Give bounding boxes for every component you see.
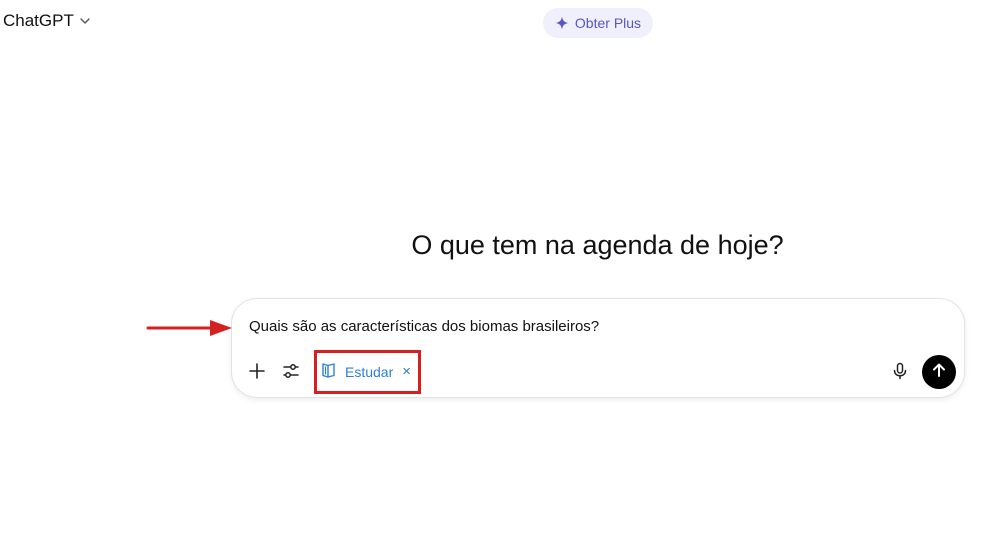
page-heading: O que tem na agenda de hoje? xyxy=(411,230,784,260)
plus-icon xyxy=(248,362,266,380)
arrow-up-icon xyxy=(931,362,947,383)
chevron-down-icon xyxy=(79,15,91,27)
tools-button[interactable] xyxy=(279,359,303,383)
sliders-icon xyxy=(282,362,300,380)
annotation-highlight-box xyxy=(314,350,421,394)
model-switcher[interactable]: ChatGPT xyxy=(3,11,91,31)
upgrade-plus-button[interactable]: Obter Plus xyxy=(543,8,653,38)
send-button[interactable] xyxy=(922,355,956,389)
prompt-input[interactable]: Quais são as características dos biomas … xyxy=(249,318,599,335)
add-attachment-button[interactable] xyxy=(245,359,269,383)
microphone-icon xyxy=(891,362,909,380)
sparkle-icon xyxy=(555,16,569,30)
annotation-arrow xyxy=(146,318,234,343)
upgrade-plus-label: Obter Plus xyxy=(574,15,642,31)
model-name: ChatGPT xyxy=(3,11,74,30)
voice-input-button[interactable] xyxy=(888,359,912,383)
chatgpt-page: ChatGPT Obter Plus O que tem na agenda d… xyxy=(0,0,984,552)
